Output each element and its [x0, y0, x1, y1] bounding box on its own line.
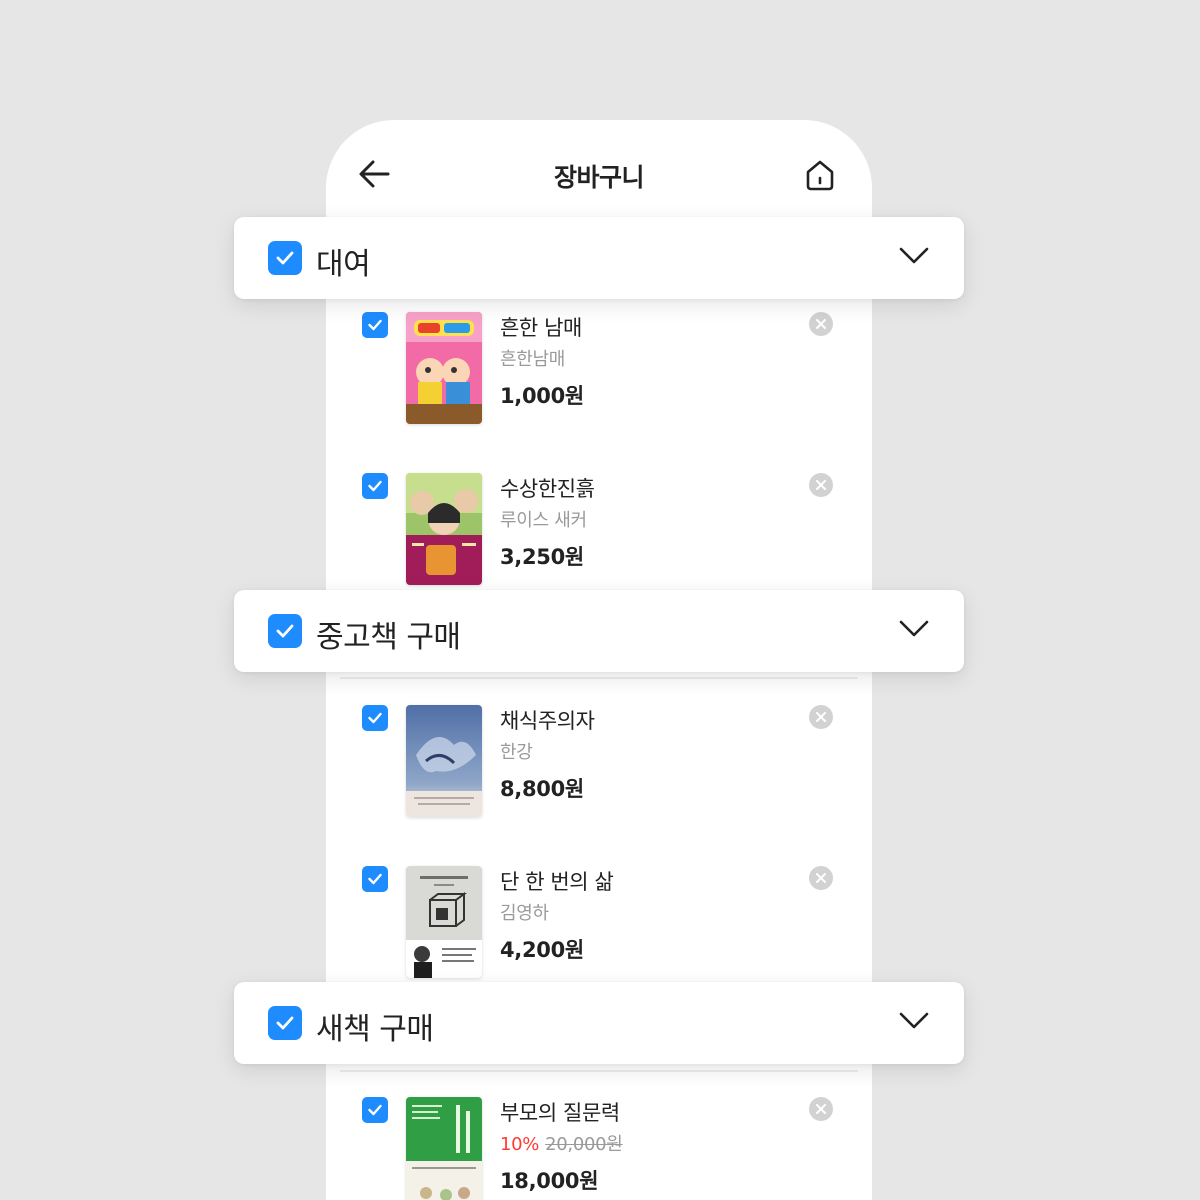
- section-header-rental[interactable]: 대여: [234, 217, 964, 299]
- app-header: 장바구니: [326, 120, 872, 230]
- home-button[interactable]: [804, 158, 836, 192]
- section-checkbox[interactable]: [268, 241, 302, 275]
- item-checkbox[interactable]: [362, 312, 388, 338]
- section-checkbox[interactable]: [268, 1006, 302, 1040]
- remove-item-button[interactable]: [809, 1097, 833, 1121]
- original-price: 20,000원: [545, 1134, 623, 1155]
- book-price: 8,800원: [500, 777, 584, 801]
- section-toggle[interactable]: [898, 245, 930, 267]
- close-icon: [816, 873, 826, 883]
- remove-item-button[interactable]: [809, 312, 833, 336]
- check-icon: [368, 712, 382, 724]
- remove-item-button[interactable]: [809, 473, 833, 497]
- section-divider: [340, 677, 858, 679]
- book-cover[interactable]: [406, 473, 482, 585]
- book-price: 1,000원: [500, 384, 584, 408]
- check-icon: [276, 251, 294, 265]
- item-checkbox[interactable]: [362, 473, 388, 499]
- close-icon: [816, 480, 826, 490]
- section-title: 대여: [316, 247, 371, 282]
- book-price: 3,250원: [500, 545, 584, 569]
- book-title: 채식주의자: [500, 709, 595, 733]
- book-cover-art: [406, 705, 482, 817]
- check-icon: [368, 480, 382, 492]
- cart-item: 단 한 번의 삶 김영하 4,200원: [362, 866, 842, 978]
- book-author: 루이스 새커: [500, 510, 587, 531]
- check-icon: [368, 873, 382, 885]
- book-cover[interactable]: [406, 312, 482, 424]
- home-icon: [806, 160, 834, 191]
- book-author: 흔한남매: [500, 349, 566, 370]
- book-cover-art: [406, 473, 482, 585]
- chevron-down-icon: [899, 620, 929, 637]
- book-price: 4,200원: [500, 938, 584, 962]
- section-checkbox[interactable]: [268, 614, 302, 648]
- cart-item: 채식주의자 한강 8,800원: [362, 705, 842, 817]
- item-checkbox[interactable]: [362, 1097, 388, 1123]
- page-title: 장바구니: [553, 163, 645, 192]
- close-icon: [816, 712, 826, 722]
- section-header-new-books[interactable]: 새책 구매: [234, 982, 964, 1064]
- close-icon: [816, 319, 826, 329]
- check-icon: [276, 1016, 294, 1030]
- book-price-info: 10% 20,000원: [500, 1130, 623, 1156]
- remove-item-button[interactable]: [809, 705, 833, 729]
- book-price: 18,000원: [500, 1169, 599, 1193]
- book-title: 흔한 남매: [500, 316, 582, 340]
- screen: 장바구니 대여 흔한 남매 흔한남매 1,000원 수상한진흙 루이스 새커 3…: [0, 0, 1200, 1200]
- check-icon: [368, 319, 382, 331]
- section-title: 새책 구매: [316, 1012, 434, 1047]
- chevron-down-icon: [899, 247, 929, 264]
- section-title: 중고책 구매: [316, 620, 461, 655]
- item-checkbox[interactable]: [362, 705, 388, 731]
- book-author: 한강: [500, 742, 533, 763]
- book-cover-art: [406, 1097, 482, 1200]
- item-checkbox[interactable]: [362, 866, 388, 892]
- book-title: 수상한진흙: [500, 477, 595, 501]
- remove-item-button[interactable]: [809, 866, 833, 890]
- book-cover[interactable]: [406, 1097, 482, 1200]
- book-title: 부모의 질문력: [500, 1101, 620, 1125]
- discount-rate: 10%: [500, 1134, 540, 1155]
- section-header-used-books[interactable]: 중고책 구매: [234, 590, 964, 672]
- book-cover[interactable]: [406, 866, 482, 978]
- section-divider: [340, 1070, 858, 1072]
- book-cover-art: [406, 312, 482, 424]
- book-title: 단 한 번의 삶: [500, 870, 614, 894]
- book-cover[interactable]: [406, 705, 482, 817]
- check-icon: [368, 1104, 382, 1116]
- check-icon: [276, 624, 294, 638]
- section-toggle[interactable]: [898, 618, 930, 640]
- section-toggle[interactable]: [898, 1010, 930, 1032]
- book-cover-art: [406, 866, 482, 978]
- book-author: 김영하: [500, 903, 549, 924]
- close-icon: [816, 1104, 826, 1114]
- cart-item: 부모의 질문력 10% 20,000원 18,000원: [362, 1097, 842, 1200]
- cart-item: 흔한 남매 흔한남매 1,000원: [362, 312, 842, 424]
- chevron-down-icon: [899, 1012, 929, 1029]
- cart-item: 수상한진흙 루이스 새커 3,250원: [362, 473, 842, 585]
